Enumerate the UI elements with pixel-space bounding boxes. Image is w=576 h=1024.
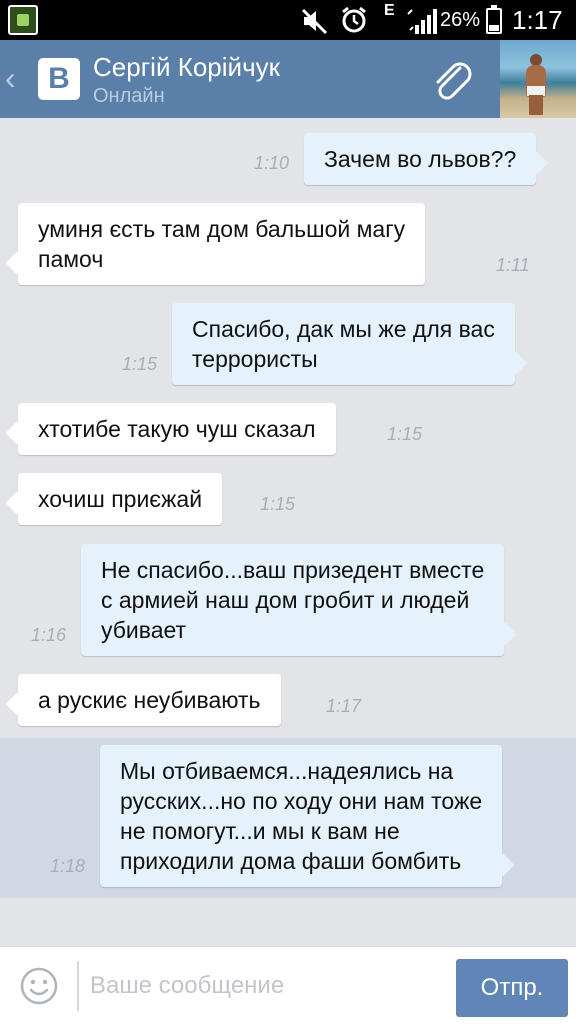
contact-status: Онлайн [93,85,165,107]
vk-logo[interactable]: В [38,58,80,100]
message-text-line: русских...но по ходу они нам тоже [120,788,483,814]
message-time: 1:15 [387,424,423,444]
message-text-line: Мы отбиваемся...надеялись на [120,758,454,784]
avatar-person-legs [529,95,543,115]
alarm-icon [342,6,366,33]
message-text-line: не помогут...и мы к вам не [120,818,400,844]
chevron-left-icon[interactable]: ‹ [5,60,16,96]
message-time: 1:16 [31,625,67,645]
battery-level-fill [489,25,499,31]
contact-avatar[interactable] [500,40,576,118]
message-text: хтотибе такую чуш сказал [38,416,316,442]
message-time: 1:18 [50,856,86,876]
send-button[interactable]: Отпр. [456,959,568,1017]
message-text-line: уминя єсть там дом бальшой магу [38,216,406,242]
message-text-line: с армией наш дом гробит и людей [101,587,470,613]
message-text-line: памоч [38,246,104,272]
message-text-line: Спасибо, дак мы же для вас [192,316,495,342]
message-list[interactable]: Зачем во львов?? 1:10 уминя єсть там дом… [0,118,576,946]
battery-icon [486,5,502,34]
message-time: 1:15 [260,494,296,514]
message-bubble-incoming[interactable]: а рускиє неубивають [18,674,281,726]
message-bubble-outgoing[interactable]: Не спасибо...ваш призедент вместе с арми… [81,544,505,656]
message-bubble-outgoing[interactable]: Спасибо, дак мы же для вас террористы [172,303,515,385]
status-bar: E 26% 1:17 [0,0,576,40]
smile-icon[interactable] [20,967,58,1005]
message-bubble-outgoing[interactable]: Мы отбиваемся...надеялись на русских...н… [100,745,503,887]
message-bubble-outgoing[interactable]: Зачем во львов?? [304,133,537,185]
message-bubble-incoming[interactable]: уминя єсть там дом бальшой магу памоч [18,203,426,285]
signal-strength-icon [407,9,437,34]
message-time: 1:15 [122,354,158,374]
message-bubble-incoming[interactable]: хочиш приєжай [18,473,223,525]
message-time: 1:17 [326,696,362,716]
input-divider [77,961,79,1011]
status-time: 1:17 [512,5,563,35]
message-time: 1:10 [254,153,290,173]
battery-percent: 26% [440,9,481,31]
message-input-bar: Отпр. [0,946,576,1024]
message-text-line: убивает [101,617,187,643]
notification-app-icon [8,5,38,35]
mute-icon [301,8,328,35]
message-text: хочиш приєжай [38,486,203,512]
chat-header: ‹ В Сергій Корійчук Онлайн [0,40,576,118]
message-text-line: Не спасибо...ваш призедент вместе [101,557,485,583]
message-text: Зачем во львов?? [324,146,517,172]
message-time: 1:11 [496,255,530,275]
paperclip-icon[interactable] [428,56,478,106]
message-text-line: приходили дома фаши бомбить [120,848,462,874]
message-text: а рускиє неубивають [38,687,261,713]
message-input[interactable] [90,965,440,1007]
network-type-label: E [384,2,395,19]
message-text-line: террористы [192,346,318,372]
contact-name[interactable]: Сергій Корійчук [93,51,280,83]
message-bubble-incoming[interactable]: хтотибе такую чуш сказал [18,403,336,455]
